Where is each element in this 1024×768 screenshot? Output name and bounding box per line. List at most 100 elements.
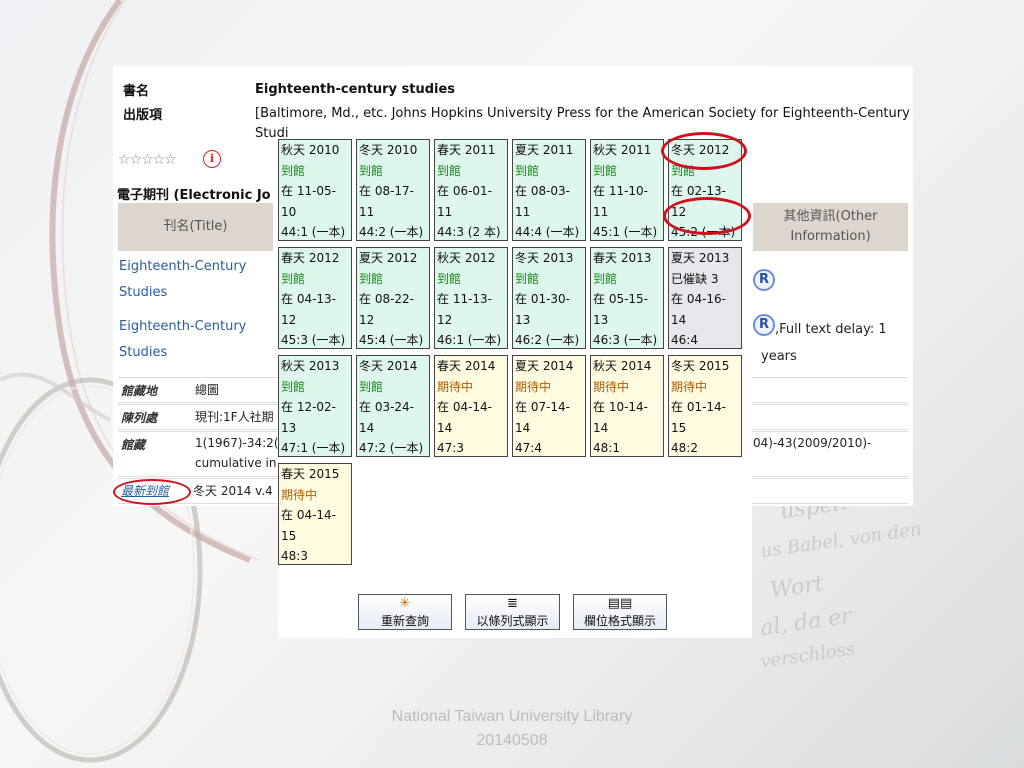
issue-season: 春天 2015 — [281, 467, 340, 481]
resource-r-icon[interactable]: R — [753, 269, 775, 291]
issue-cell[interactable]: 夏天 2012到館在 08-22-1245:4 (一本)2012 bid — [356, 247, 430, 349]
issue-volume: 46:3 (一本) — [593, 333, 658, 347]
issue-cell[interactable]: 夏天 2013已催缺 3在 04-16-1446:42013 bid — [668, 247, 742, 349]
issue-cell[interactable]: 秋天 2014 期待中在 10-14-14 48:1 — [590, 355, 664, 457]
location-label: 館藏地 — [121, 384, 158, 398]
shelf-value: 現刊:1F人社期 — [195, 410, 274, 424]
list-view-label: 以條列式顯示 — [476, 614, 549, 628]
issue-season: 冬天 2015 — [671, 359, 730, 373]
issue-season: 春天 2013 — [593, 251, 652, 265]
asterisk-icon: ✳ — [399, 596, 411, 611]
issue-status: 到館 — [359, 163, 384, 178]
issue-cell[interactable]: 夏天 2011到館在 08-03-1144:4 (一本)2011 bid — [512, 139, 586, 241]
issue-status: 期待中 — [671, 379, 708, 394]
issue-cell[interactable]: 秋天 2013 到館在 12-02-13 47:1 (一本) — [278, 355, 352, 457]
issue-status: 期待中 — [593, 379, 630, 394]
latest-arrival-link[interactable]: 最新到館 — [121, 482, 169, 499]
issue-season: 秋天 2012 — [437, 251, 496, 265]
issue-date: 在 04-14-14 — [437, 400, 493, 435]
issue-season: 春天 2011 — [437, 143, 496, 157]
list-icon: ≣ — [507, 596, 518, 611]
issue-status: 到館 — [281, 163, 306, 178]
list-view-button[interactable]: ≣ 以條列式顯示 — [465, 594, 560, 630]
issue-status: 期待中 — [437, 379, 474, 394]
issue-season: 夏天 2013 — [671, 251, 730, 265]
issue-status: 到館 — [515, 163, 540, 178]
issue-volume: 45:4 (一本) — [359, 333, 424, 347]
issue-date: 在 11-05-10 — [281, 184, 337, 219]
issue-cell[interactable]: 冬天 2015 期待中在 01-14-15 48:2 — [668, 355, 742, 457]
issue-season: 秋天 2011 — [593, 143, 652, 157]
column-view-button[interactable]: ▤▤ 欄位格式顯示 — [573, 594, 667, 630]
issue-status: 到館 — [281, 379, 306, 394]
highlight-oval-45-2 — [663, 197, 751, 235]
issue-date: 在 04-13-12 — [281, 292, 337, 327]
issue-season: 冬天 2014 — [359, 359, 418, 373]
issue-volume: 44:4 (一本) — [515, 225, 580, 239]
title-label: 書名 — [123, 84, 150, 99]
issue-volume: 44:1 (一本) — [281, 225, 346, 239]
issue-season: 冬天 2013 — [515, 251, 574, 265]
issue-date: 在 10-14-14 — [593, 400, 649, 435]
issue-date: 在 06-01-11 — [437, 184, 493, 219]
issue-status: 期待中 — [281, 487, 318, 502]
holdings-value-line2: cumulative in — [195, 456, 277, 470]
issue-season: 春天 2014 — [437, 359, 496, 373]
ejournal-heading: 電子期刊 (Electronic Jo — [117, 188, 271, 203]
column-view-label: 欄位格式顯示 — [583, 614, 656, 628]
issue-cell[interactable]: 春天 2013 到館在 05-15-13 46:3 (一本) — [590, 247, 664, 349]
issue-date: 在 08-03-11 — [515, 184, 571, 219]
full-text-delay: ,Full text delay: 1 — [775, 322, 887, 337]
issue-cell[interactable]: 秋天 2012 到館在 11-13-12 46:1 (一本) — [434, 247, 508, 349]
issue-season: 秋天 2014 — [593, 359, 652, 373]
issue-cell[interactable]: 冬天 2010 到館在 08-17-11 44:2 (一本) — [356, 139, 430, 241]
issue-season: 夏天 2014 — [515, 359, 574, 373]
issue-cell[interactable]: 春天 2014 期待中在 04-14-14 47:3 — [434, 355, 508, 457]
footer-institution: National Taiwan University Library — [391, 708, 633, 725]
holdings-range-continued: 04)-43(2009/2010)- — [753, 436, 872, 450]
issue-date: 在 12-02-13 — [281, 400, 337, 435]
issue-cell[interactable]: 夏天 2014期待中在 07-14-1447:42014 bid — [512, 355, 586, 457]
resource-r-icon[interactable]: R — [753, 314, 775, 336]
issue-cell[interactable]: 春天 2012 到館在 04-13-12 45:3 (一本) — [278, 247, 352, 349]
title-value: Eighteenth-century studies — [255, 82, 456, 97]
issue-date: 在 04-16-14 — [671, 292, 727, 327]
issue-cell[interactable]: 冬天 2013 到館在 01-30-13 46:2 (一本) — [512, 247, 586, 349]
issue-volume: 47:3 — [437, 441, 464, 455]
issue-volume: 45:3 (一本) — [281, 333, 346, 347]
issue-volume: 47:4 — [515, 441, 542, 455]
ejournal-title-link[interactable]: Eighteenth-Century Studies — [119, 254, 269, 306]
issue-volume: 44:2 (一本) — [359, 225, 424, 239]
footer-date: 20140508 — [476, 732, 548, 749]
issue-season: 冬天 2010 — [359, 143, 418, 157]
columns-icon: ▤▤ — [607, 596, 633, 611]
issue-season: 夏天 2011 — [515, 143, 574, 157]
other-info-column-header: 其他資訊(Other Information) — [753, 203, 908, 251]
issue-cell[interactable]: 秋天 2010 到館在 11-05-10 44:1 (一本) — [278, 139, 352, 241]
shelf-label: 陳列處 — [121, 411, 158, 425]
issue-cell[interactable]: 冬天 2014 到館在 03-24-14 47:2 (一本) — [356, 355, 430, 457]
issue-status: 到館 — [437, 163, 462, 178]
issue-status: 到館 — [437, 271, 462, 286]
issue-volume: 47:1 (一本) — [281, 441, 346, 455]
ejournal-title-link[interactable]: Eighteenth-Century Studies — [119, 314, 269, 366]
issue-status: 到館 — [359, 271, 384, 286]
holdings-value-line1: 1(1967)-34:2( — [195, 436, 279, 450]
holdings-label: 館藏 — [121, 438, 146, 452]
issue-season: 春天 2012 — [281, 251, 340, 265]
issue-volume: 48:2 — [671, 441, 698, 455]
issue-cell[interactable]: 春天 2011 到館在 06-01-11 44:3 (2 本) — [434, 139, 508, 241]
issue-status: 到館 — [515, 271, 540, 286]
issue-date: 在 01-30-13 — [515, 292, 571, 327]
requery-button[interactable]: ✳ 重新查詢 — [358, 594, 452, 630]
rating-stars[interactable]: ☆☆☆☆☆ — [118, 152, 177, 168]
issue-cell[interactable]: 秋天 2011 到館在 11-10-11 45:1 (一本) — [590, 139, 664, 241]
issue-cell[interactable]: 春天 2015 期待中在 04-14-15 48:3 — [278, 463, 352, 565]
issue-status: 到館 — [593, 271, 618, 286]
issue-volume: 45:1 (一本) — [593, 225, 658, 239]
issue-date: 在 01-14-15 — [671, 400, 727, 435]
highlight-oval-winter-2012 — [661, 132, 747, 170]
latest-arrival-value: 冬天 2014 v.4 — [193, 484, 273, 498]
issue-status: 到館 — [359, 379, 384, 394]
info-icon[interactable]: i — [203, 150, 221, 168]
